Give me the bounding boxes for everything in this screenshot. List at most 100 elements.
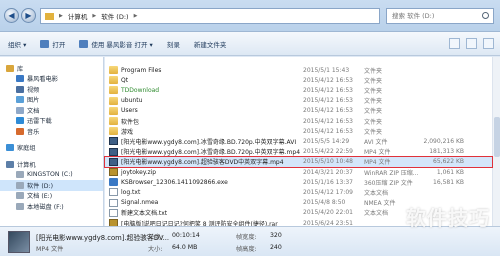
file-type: AVI 文件	[364, 138, 388, 146]
burn-button[interactable]: 刻录	[167, 39, 180, 49]
file-type: NMEA 文件	[364, 200, 396, 208]
file-row[interactable]: joytokey.zip 2014/3/21 20:37 WinRAR ZIP 压缩…	[105, 167, 492, 177]
file-row[interactable]: [阳光电影www.ygdy8.com].冰雪奇缘.BD.720p.中英双字幕.m…	[105, 147, 492, 157]
sidebar-item[interactable]: 迅雷下载	[0, 116, 103, 127]
length-value: 00:10:14	[172, 232, 200, 239]
help-icon[interactable]	[483, 38, 494, 49]
open-with-button[interactable]: 使用 暴风影音 打开 ▾	[79, 39, 153, 49]
file-type: 文件夹	[364, 108, 383, 116]
file-name: Program Files	[121, 66, 162, 74]
file-type: 文件夹	[364, 77, 383, 85]
frame-width-value: 320	[270, 232, 282, 239]
folder-icon	[109, 96, 118, 105]
sidebar-item-label: 视频	[27, 86, 40, 94]
search-box[interactable]	[386, 8, 494, 24]
file-date: 2015/4/8 8:50	[303, 199, 346, 207]
breadcrumb-computer[interactable]: 计算机	[68, 11, 88, 21]
file-type: 文本文档	[364, 210, 389, 218]
file-row[interactable]: ubuntu 2015/4/12 16:53 文件夹	[105, 96, 492, 106]
view-options-icon[interactable]	[449, 38, 460, 49]
file-type: 文件夹	[364, 128, 383, 136]
folder-icon	[109, 117, 118, 126]
size-label: 大小:	[148, 246, 163, 253]
file-date: 2015/5/5 14:29	[303, 137, 350, 145]
title-bar: ◀ ▶ ▶ 计算机 ▶ 软件 (D:) ▶	[0, 0, 500, 32]
vertical-scrollbar[interactable]	[492, 57, 500, 226]
new-folder-label: 新建文件夹	[193, 40, 227, 49]
sidebar-item[interactable]: 音乐	[0, 126, 103, 137]
file-name-cell: log.txt	[109, 188, 141, 197]
back-button[interactable]: ◀	[4, 8, 19, 23]
text-file-icon	[109, 208, 118, 217]
address-bar[interactable]: ▶ 计算机 ▶ 软件 (D:) ▶	[40, 8, 380, 24]
homegroup-icon	[6, 144, 14, 152]
scrollbar-thumb[interactable]	[494, 117, 500, 157]
organize-button[interactable]: 组织 ▾	[8, 39, 26, 49]
breadcrumb-drive[interactable]: 软件 (D:)	[101, 11, 128, 21]
file-date: 2015/4/12 16:53	[303, 97, 353, 105]
file-row[interactable]: log.txt 2015/4/12 17:09 文本文档	[105, 187, 492, 197]
sidebar-item[interactable]: 暴风看电影	[0, 74, 103, 85]
documents-icon	[16, 106, 24, 114]
drive-icon	[16, 171, 24, 179]
pictures-icon	[16, 96, 24, 104]
drive-icon	[16, 202, 24, 210]
burn-label: 刻录	[166, 40, 180, 49]
sidebar-item[interactable]: 家庭组	[0, 143, 103, 154]
file-row[interactable]: [阳光电影www.ygdy8.com].冰雪奇缘.BD.720p.中英双字幕.A…	[105, 136, 492, 146]
music-icon	[16, 127, 24, 135]
sidebar-item-label: 暴风看电影	[27, 76, 58, 84]
file-date: 2015/1/16 13:37	[303, 178, 353, 186]
file-name-cell: 游戏	[109, 127, 133, 136]
video-icon	[16, 85, 24, 93]
file-row[interactable]: Users 2015/4/12 16:53 文件夹	[105, 106, 492, 116]
file-row[interactable]: 软件包 2015/4/12 16:53 文件夹	[105, 116, 492, 126]
application-icon	[109, 178, 118, 187]
text-file-icon	[109, 188, 118, 197]
file-date: 2015/4/12 16:53	[303, 117, 353, 125]
file-type: MP4 文件	[364, 159, 391, 167]
open-button[interactable]: 打开	[40, 39, 65, 49]
file-row[interactable]: TDDownload 2015/4/12 16:53 文件夹	[105, 85, 492, 95]
file-row[interactable]: Program Files 2015/5/1 15:43 文件夹	[105, 65, 492, 75]
video-file-icon	[109, 147, 118, 156]
file-type: 文件夹	[364, 67, 383, 75]
file-row[interactable]: KSBrowser_12306.1411092866.exe 2015/1/16 …	[105, 177, 492, 187]
sidebar-item[interactable]: 图片	[0, 95, 103, 106]
sidebar-item-label: 软件 (D:)	[27, 182, 54, 190]
file-row[interactable]: Qt 2015/4/12 16:53 文件夹	[105, 75, 492, 85]
preview-pane-icon[interactable]	[466, 38, 477, 49]
folder-icon	[109, 66, 118, 75]
file-date: 2015/4/12 16:53	[303, 107, 353, 115]
file-name: TDDownload	[121, 86, 160, 94]
file-name-cell: [阳光电影www.ygdy8.com].冰雪奇缘.BD.720p.中英双字幕.m…	[109, 147, 300, 156]
forward-button[interactable]: ▶	[21, 8, 36, 23]
sidebar-item[interactable]: 本地磁盘 (F:)	[0, 201, 103, 212]
sidebar-item[interactable]: KINGSTON (C:)	[0, 170, 103, 181]
selected-file-row[interactable]: [阳光电影www.ygdy8.com].超验骇客DVD中英双字幕.mp4 2015…	[104, 155, 493, 169]
frame-width-label: 帧宽度:	[236, 234, 257, 241]
sidebar-item[interactable]: 软件 (D:)	[0, 180, 103, 191]
file-row[interactable]: 游戏 2015/4/12 16:53 文件夹	[105, 126, 492, 136]
sidebar-item-label: 库	[17, 65, 24, 73]
sidebar-item[interactable]: 计算机	[0, 159, 103, 170]
file-name: joytokey.zip	[121, 168, 157, 176]
search-input[interactable]	[392, 12, 482, 20]
sidebar-item[interactable]: 文档	[0, 105, 103, 116]
new-folder-button[interactable]: 新建文件夹	[194, 39, 227, 49]
file-date: 2015/4/12 16:53	[303, 86, 353, 94]
sidebar-item[interactable]: 库	[0, 63, 103, 74]
file-size: 1,061 KB	[436, 168, 464, 176]
file-name: Users	[121, 107, 138, 115]
sidebar-item-label: 本地磁盘 (F:)	[27, 203, 64, 211]
file-date: 2015/4/20 22:01	[303, 209, 353, 217]
length-label: 长度:	[148, 234, 163, 241]
drive-icon	[16, 181, 24, 189]
sidebar-item[interactable]: 文档 (E:)	[0, 191, 103, 202]
file-type: MP4 文件	[364, 149, 391, 157]
sidebar-item[interactable]: 视频	[0, 84, 103, 95]
folder-icon	[109, 127, 118, 136]
file-name-cell: TDDownload	[109, 86, 160, 95]
file-type: 文件夹	[364, 118, 383, 126]
file-name: log.txt	[121, 188, 141, 196]
